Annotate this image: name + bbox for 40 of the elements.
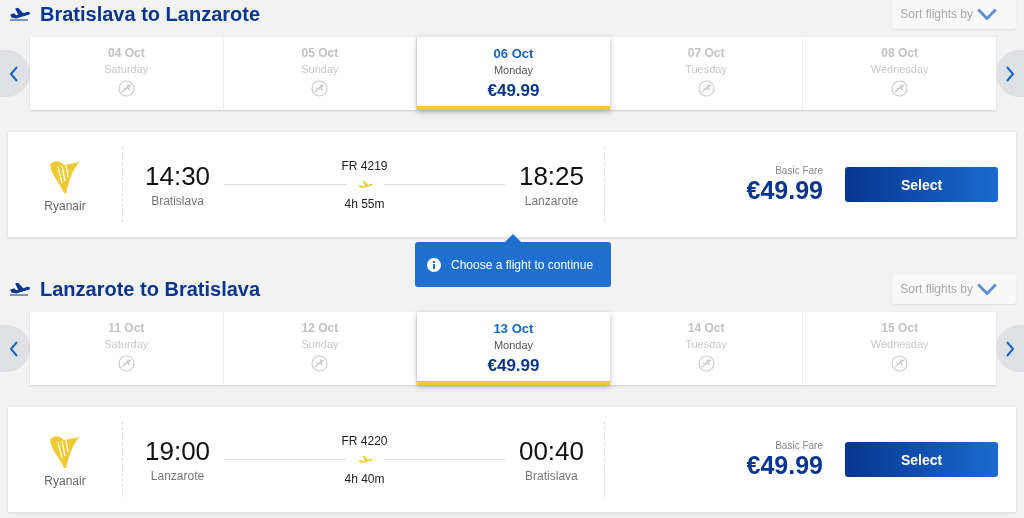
fare-price: €49.99 <box>746 175 823 205</box>
select-button[interactable]: Select <box>845 167 998 202</box>
arrival-time: 18:25 <box>518 161 584 192</box>
arrival-city: Lanzarote <box>524 194 579 208</box>
section-title: Bratislava to Lanzarote <box>40 2 262 26</box>
plane-icon <box>8 280 30 298</box>
flight-duration: 4h 55m <box>344 196 385 211</box>
tooltip-text: Choose a flight to continue <box>451 257 594 272</box>
sort-dropdown[interactable]: Sort flights by <box>892 274 1016 304</box>
info-icon <box>427 257 441 272</box>
section-title: Lanzarote to Bratislava <box>40 277 262 301</box>
no-flights-icon <box>311 355 329 372</box>
departure-time: 14:30 <box>145 161 211 192</box>
sort-dropdown[interactable]: Sort flights by <box>892 0 1016 29</box>
no-flights-icon <box>117 355 135 372</box>
plane-icon <box>8 5 30 23</box>
departure-city: Lanzarote <box>150 469 205 483</box>
airline-name: Ryanair <box>44 473 86 488</box>
fare-label: Basic Fare <box>775 164 823 176</box>
no-flights-icon <box>697 355 715 372</box>
arrival-city: Bratislava <box>525 469 578 483</box>
next-arrow[interactable] <box>996 325 1024 372</box>
next-arrow[interactable] <box>996 50 1024 97</box>
select-button[interactable]: Select <box>845 442 998 477</box>
flight-number: FR 4220 <box>341 433 388 448</box>
no-flights-icon <box>697 80 715 97</box>
fare-label: Basic Fare <box>775 439 823 451</box>
no-flights-icon <box>117 80 135 97</box>
no-flights-icon <box>891 80 909 97</box>
date-tab[interactable]: 06 Oct Monday €49.99 <box>417 37 610 110</box>
departure-city: Bratislava <box>151 194 204 208</box>
departure-time: 19:00 <box>145 436 211 467</box>
airline-name: Ryanair <box>44 198 86 213</box>
no-flights-icon <box>891 355 909 372</box>
flight-duration: 4h 40m <box>344 471 385 486</box>
flight-number: FR 4219 <box>341 158 388 173</box>
date-tab[interactable]: 13 Oct Monday €49.99 <box>417 312 610 385</box>
no-flights-icon <box>311 80 329 97</box>
fare-price: €49.99 <box>746 450 823 480</box>
arrival-time: 00:40 <box>518 436 584 467</box>
